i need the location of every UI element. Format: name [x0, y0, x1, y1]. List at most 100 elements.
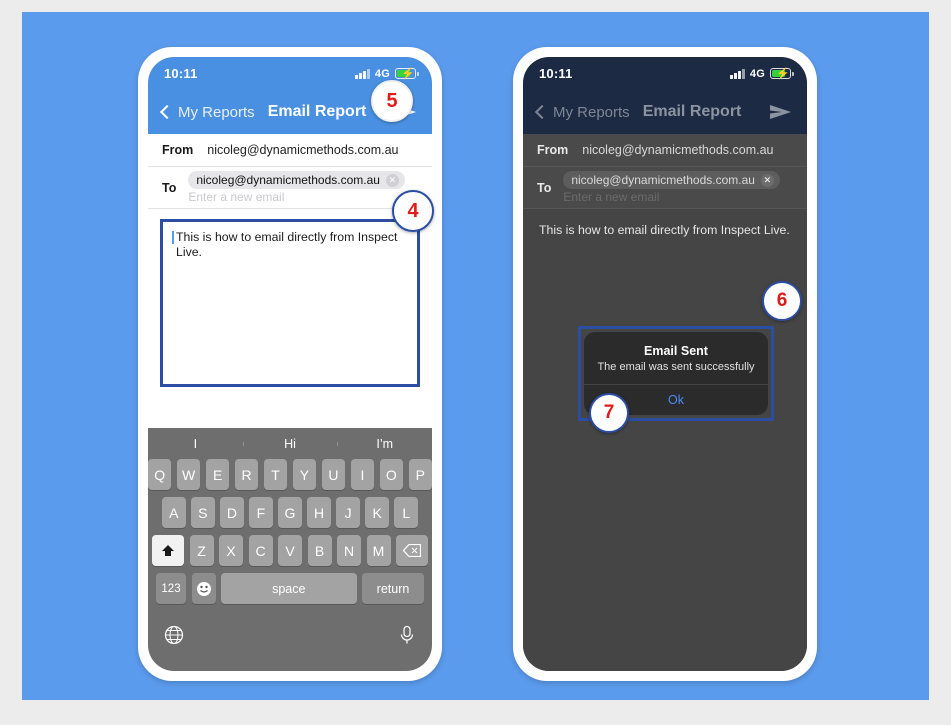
emoji-smiley-icon[interactable]	[191, 573, 216, 604]
key-x[interactable]: X	[219, 535, 243, 566]
key-o[interactable]: O	[379, 459, 404, 490]
to-row[interactable]: To nicoleg@dynamicmethods.com.au ✕ Enter…	[523, 167, 807, 209]
recipient-chip[interactable]: nicoleg@dynamicmethods.com.au ✕	[563, 171, 780, 189]
key-i[interactable]: I	[350, 459, 375, 490]
key-e[interactable]: E	[205, 459, 230, 490]
key-k[interactable]: K	[365, 497, 389, 528]
page-title: Email Report	[267, 103, 367, 120]
chevron-left-icon	[159, 104, 175, 120]
page-title: Email Report	[642, 103, 742, 120]
callout-badge-7: 7	[589, 393, 629, 433]
callout-badge-6: 6	[762, 281, 802, 321]
back-label: My Reports	[178, 103, 255, 121]
screenshot-stage: 10:11 4G ⚡ My Reports Email Report From …	[0, 0, 951, 725]
callout-badge-4: 4	[392, 190, 434, 232]
key-v[interactable]: V	[278, 535, 302, 566]
from-row: From nicoleg@dynamicmethods.com.au	[148, 134, 432, 167]
on-screen-keyboard[interactable]: I Hi I’m Q W E R T Y U I O P A S D F G H…	[148, 428, 432, 671]
dialog-message: The email was sent successfully	[597, 361, 755, 373]
backspace-icon[interactable]	[396, 535, 428, 566]
to-row[interactable]: To nicoleg@dynamicmethods.com.au ✕ Enter…	[148, 167, 432, 209]
microphone-icon[interactable]	[398, 625, 416, 650]
from-row: From nicoleg@dynamicmethods.com.au	[523, 134, 807, 167]
key-c[interactable]: C	[248, 535, 273, 566]
status-indicators: 4G ⚡	[730, 67, 794, 80]
key-w[interactable]: W	[176, 459, 201, 490]
phone-mockup-right: 10:11 4G ⚡ My Reports Email Report From …	[513, 47, 817, 681]
recipient-chip[interactable]: nicoleg@dynamicmethods.com.au ✕	[188, 171, 405, 189]
from-label: From	[537, 143, 569, 157]
key-f[interactable]: F	[249, 497, 273, 528]
globe-icon[interactable]	[164, 625, 184, 650]
key-q[interactable]: Q	[148, 459, 172, 490]
key-b[interactable]: B	[307, 535, 332, 566]
phone-screen-right: 10:11 4G ⚡ My Reports Email Report From …	[523, 57, 807, 671]
key-j[interactable]: J	[336, 497, 360, 528]
callout-badge-5: 5	[371, 80, 413, 122]
battery-charging-icon: ⚡	[395, 68, 419, 80]
key-m[interactable]: M	[366, 535, 391, 566]
key-u[interactable]: U	[321, 459, 346, 490]
status-indicators: 4G ⚡	[355, 68, 419, 80]
back-button[interactable]: My Reports	[534, 103, 630, 121]
keyboard-row-1: Q W E R T Y U I O P	[148, 459, 432, 490]
nav-bar: My Reports Email Report	[523, 90, 807, 134]
close-circle-icon[interactable]: ✕	[760, 173, 774, 187]
key-d[interactable]: D	[220, 497, 244, 528]
body-area: This is how to email directly from Inspe…	[523, 209, 807, 671]
to-label: To	[537, 180, 552, 195]
to-field[interactable]: nicoleg@dynamicmethods.com.au ✕ Enter a …	[188, 171, 418, 204]
to-label: To	[162, 180, 177, 195]
message-body-text: This is how to email directly from Inspe…	[176, 230, 398, 259]
recipient-chip-label: nicoleg@dynamicmethods.com.au	[196, 173, 380, 187]
status-time: 10:11	[539, 66, 573, 81]
suggestion-item[interactable]: I	[148, 437, 243, 451]
recipient-chip-label: nicoleg@dynamicmethods.com.au	[571, 173, 755, 187]
phone-mockup-left: 10:11 4G ⚡ My Reports Email Report From …	[138, 47, 442, 681]
numbers-key[interactable]: 123	[156, 573, 186, 604]
chevron-left-icon	[534, 104, 550, 120]
keyboard-bottom-row	[148, 611, 432, 671]
send-arrow-icon[interactable]	[769, 102, 793, 122]
network-label: 4G	[749, 67, 765, 80]
suggestion-item[interactable]: Hi	[242, 437, 338, 451]
text-caret	[172, 231, 174, 244]
close-circle-icon[interactable]: ✕	[385, 173, 399, 187]
key-h[interactable]: H	[307, 497, 331, 528]
key-g[interactable]: G	[278, 497, 302, 528]
key-p[interactable]: P	[408, 459, 432, 490]
key-t[interactable]: T	[263, 459, 288, 490]
status-time: 10:11	[164, 66, 198, 81]
key-y[interactable]: Y	[292, 459, 317, 490]
battery-charging-icon: ⚡	[770, 68, 794, 80]
back-button[interactable]: My Reports	[159, 103, 255, 121]
key-n[interactable]: N	[337, 535, 361, 566]
space-key[interactable]: space	[221, 573, 357, 604]
keyboard-row-3: Z X C V B N M	[148, 535, 432, 566]
key-s[interactable]: S	[191, 497, 215, 528]
to-field[interactable]: nicoleg@dynamicmethods.com.au ✕ Enter a …	[563, 171, 793, 204]
phone-screen-left: 10:11 4G ⚡ My Reports Email Report From …	[148, 57, 432, 671]
key-a[interactable]: A	[161, 497, 186, 528]
message-body-input[interactable]: This is how to email directly from Inspe…	[160, 219, 420, 387]
back-label: My Reports	[553, 103, 630, 121]
from-value: nicoleg@dynamicmethods.com.au	[207, 143, 399, 157]
status-bar: 10:11 4G ⚡	[523, 57, 807, 90]
suggestion-bar[interactable]: I Hi I’m	[148, 428, 432, 459]
key-z[interactable]: Z	[189, 535, 214, 566]
key-r[interactable]: R	[234, 459, 259, 490]
keyboard-row-4: 123 space return	[148, 573, 432, 604]
signal-bars-icon	[730, 68, 745, 79]
to-placeholder: Enter a new email	[188, 190, 285, 204]
dialog-title: Email Sent	[644, 344, 708, 358]
body-area: This is how to email directly from Inspe…	[148, 209, 432, 387]
key-l[interactable]: L	[394, 497, 419, 528]
suggestion-item[interactable]: I’m	[337, 437, 432, 451]
from-value: nicoleg@dynamicmethods.com.au	[582, 143, 774, 157]
signal-bars-icon	[355, 68, 370, 79]
keyboard-row-2: A S D F G H J K L	[148, 497, 432, 528]
return-key[interactable]: return	[362, 573, 424, 604]
shift-up-icon[interactable]	[152, 535, 184, 566]
from-label: From	[162, 143, 194, 157]
to-placeholder: Enter a new email	[563, 190, 660, 204]
